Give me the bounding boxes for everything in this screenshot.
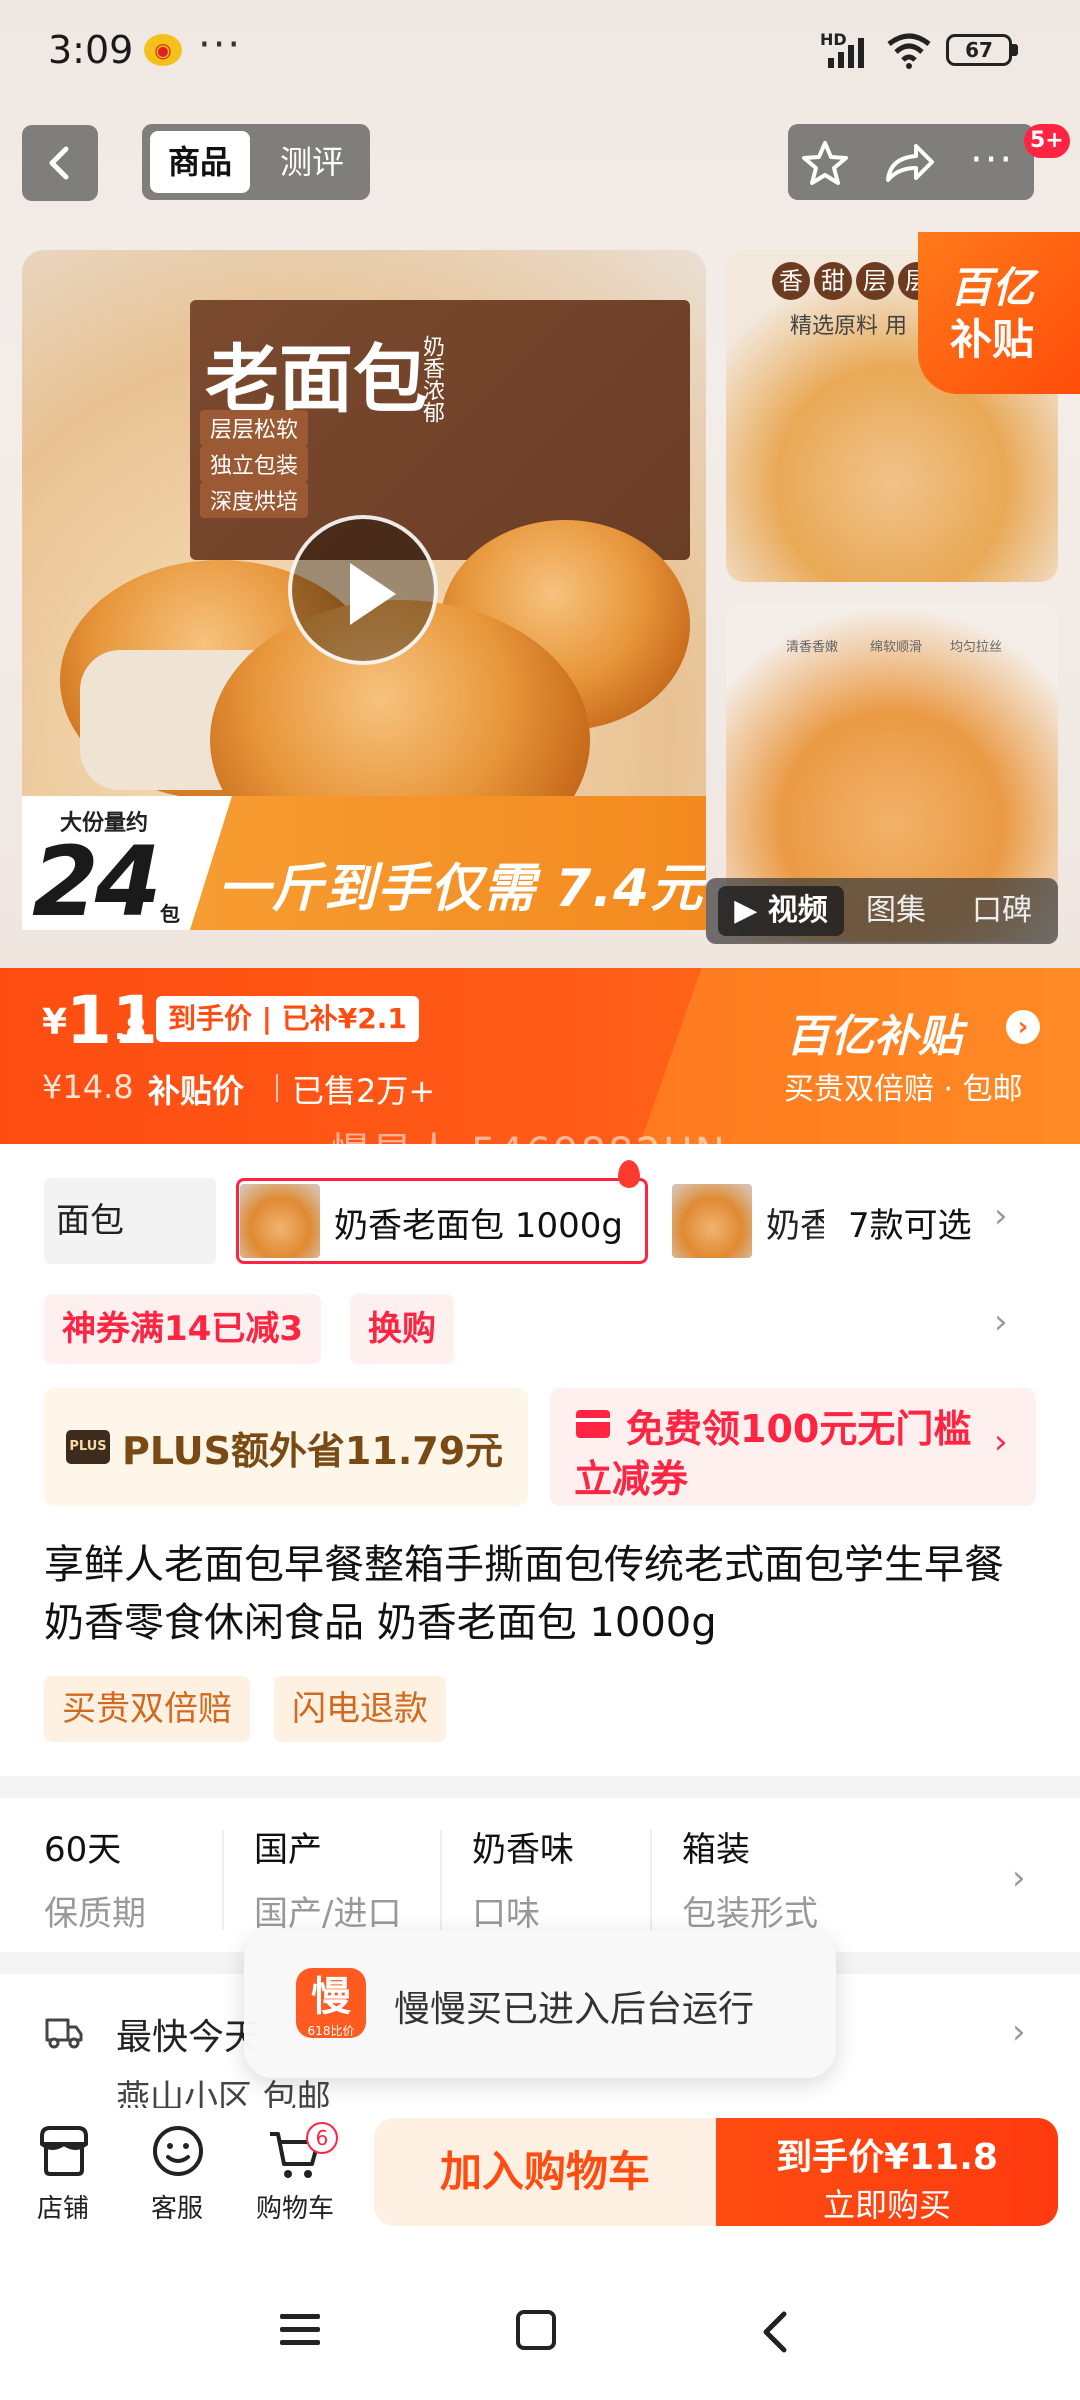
original-price: ¥14.8 [42, 1068, 134, 1106]
attribute-value: 国产 [254, 1830, 322, 1870]
attribute-key: 国产/进口 [254, 1894, 402, 1934]
media-tab-video-label: 视频 [767, 893, 828, 928]
chevron-right-icon[interactable]: › [1006, 1010, 1040, 1044]
coupon-offer-line1: 免费领100元无门槛 [626, 1407, 972, 1451]
chevron-right-icon[interactable]: › [1012, 2012, 1026, 2052]
service-tag[interactable]: 闪电退款 [274, 1676, 446, 1742]
thumb-chip: 层 [856, 262, 894, 300]
divider [440, 1830, 442, 1930]
attribute-value: 箱装 [682, 1830, 750, 1870]
plus-offer-text: PLUS额外省11.79元 [122, 1429, 504, 1473]
buy-now-label[interactable]: 立即购买 [716, 2180, 1058, 2226]
sku-option[interactable]: 面包 500g [44, 1178, 216, 1264]
media-tab-gallery[interactable]: 图集 [866, 886, 926, 936]
tab-review[interactable]: 测评 [262, 131, 362, 193]
subsidy-title[interactable]: 百亿补贴 [786, 1000, 962, 1064]
box-tag: 层层松软 [200, 410, 309, 446]
promo-unit: 包 [160, 902, 180, 926]
chevron-right-icon[interactable]: › [1012, 1858, 1026, 1898]
service-tag[interactable]: 买贵双倍赔 [44, 1676, 250, 1742]
attribute-key: 口味 [472, 1894, 540, 1934]
toast-message: 慢慢买已进入后台运行 [394, 1989, 755, 2030]
recent-apps-icon[interactable] [280, 2312, 320, 2346]
more-icon[interactable]: ··· [970, 140, 1014, 180]
box-tag: 深度烘培 [200, 482, 309, 518]
thumb-feature-label: 均匀拉丝 [950, 640, 1003, 655]
back-button[interactable] [22, 125, 98, 201]
attribute-value: 60天 [44, 1830, 122, 1870]
battery-tip [1012, 44, 1018, 56]
sku-thumbnail[interactable] [672, 1184, 752, 1258]
sku-selected-label: 奶香老面包 1000g [334, 1206, 623, 1246]
hot-flame-icon [618, 1160, 640, 1188]
thumb-chip: 甜 [814, 262, 852, 300]
sold-count: 已售2万+ [292, 1072, 436, 1110]
thumb-chip: 香 [772, 262, 810, 300]
notification-badge: 5+ [1024, 124, 1070, 158]
thumb-subtitle: 精选原料 用 [790, 314, 907, 339]
buy-now-price[interactable]: 到手价¥11.8 [716, 2128, 1058, 2180]
promo-number: 24 [32, 826, 162, 938]
shop-icon[interactable] [36, 2124, 92, 2178]
play-icon [350, 563, 396, 625]
thumb-feature-label: 清香香嫩 [786, 640, 839, 655]
coupon-chip[interactable]: 神券满14已减3 [44, 1294, 321, 1364]
watermark: 慢星人 5469882HN [330, 1130, 727, 1176]
delivery-time: 最快今天 [116, 2017, 261, 2058]
divider [650, 1830, 652, 1930]
add-to-cart-button[interactable]: 加入购物车 [374, 2118, 716, 2226]
back-arrow-icon [49, 146, 69, 180]
chevron-right-icon[interactable]: › [994, 1302, 1008, 1342]
product-title: 享鲜人老面包早餐整箱手撕面包传统老式面包学生早餐奶香零食休闲食品 奶香老面包 1… [44, 1542, 1004, 1646]
promo-text: 一斤到手仅需 7.4元 [218, 859, 704, 919]
nav-back-icon[interactable] [758, 2310, 790, 2354]
exchange-chip[interactable]: 换购 [350, 1294, 454, 1364]
section-divider [0, 1776, 1080, 1798]
final-price-chip: 到手价 | 已补¥2.1 [156, 996, 419, 1042]
divider [222, 1830, 224, 1930]
service-label[interactable]: 客服 [122, 2188, 232, 2225]
home-icon[interactable] [516, 2310, 556, 2350]
signal-icon [828, 38, 864, 68]
cart-count-badge: 6 [306, 2122, 338, 2154]
shop-label[interactable]: 店铺 [8, 2188, 118, 2225]
sku-option[interactable]: 奶香 [766, 1198, 824, 1247]
delivery-truck-icon [45, 2018, 83, 2049]
favorite-star-icon[interactable] [800, 138, 850, 188]
coupon-offer-line2: 立减券 [574, 1457, 689, 1501]
chevron-right-icon[interactable]: › [994, 1196, 1008, 1236]
battery-icon: 67 [946, 34, 1012, 66]
attribute-key: 包装形式 [682, 1894, 818, 1934]
attribute-key: 保质期 [44, 1894, 146, 1934]
sku-count[interactable]: 7款可选 [848, 1198, 972, 1247]
subsidy-subtitle: 买贵双倍赔 · 包邮 [784, 1072, 1023, 1107]
cart-label[interactable]: 购物车 [240, 2188, 350, 2225]
wifi-icon [887, 33, 931, 69]
price-decimal: .8 [114, 1012, 147, 1047]
plus-logo: PLUS [66, 1430, 110, 1464]
status-more-icon: ··· [198, 22, 243, 68]
box-side-text: 奶香浓郁 [419, 335, 444, 423]
card-icon [576, 1410, 610, 1438]
subsidy-badge-line2: 补贴 [950, 315, 1035, 364]
status-time: 3:09 [48, 28, 134, 72]
media-tab-video[interactable]: ▶ 视频 [718, 886, 844, 936]
play-video-button[interactable] [288, 515, 438, 665]
app-logo-caption: 618比价 [307, 2024, 355, 2038]
box-tag: 独立包装 [200, 446, 309, 482]
media-tab-reviews[interactable]: 口碑 [972, 886, 1032, 936]
thumb-feature-label: 绵软顺滑 [870, 640, 923, 655]
price-label: 补贴价 [148, 1072, 245, 1110]
chevron-right-icon: › [994, 1422, 1008, 1462]
price-currency: ¥ [42, 1002, 68, 1043]
divider [276, 1074, 278, 1102]
weibo-icon: ◉ [144, 34, 182, 66]
sku-thumbnail [240, 1184, 320, 1258]
chevron-right-icon: › [484, 1422, 498, 1462]
attribute-value: 奶香味 [472, 1830, 574, 1870]
share-icon[interactable] [882, 138, 936, 188]
tab-product[interactable]: 商品 [150, 131, 250, 193]
customer-service-icon[interactable] [150, 2124, 206, 2178]
